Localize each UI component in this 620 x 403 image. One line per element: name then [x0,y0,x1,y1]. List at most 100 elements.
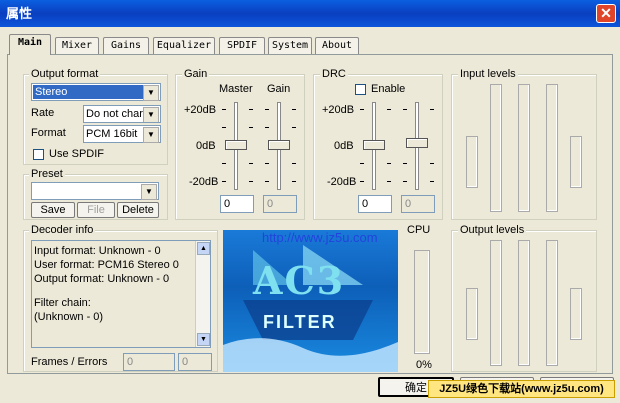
tick-mark [430,163,434,164]
drc-plus20-label: +20dB [322,104,355,116]
drc-title: DRC [320,68,348,80]
tick-mark [265,109,269,110]
sample-format-select[interactable]: PCM 16bit ▼ [83,125,161,143]
tick-mark [249,109,253,110]
tab-mixer[interactable]: Mixer [55,37,99,54]
gain-title: Gain [182,68,210,80]
input-level-meter [518,84,530,212]
output-format-value: Stereo [33,85,143,99]
sample-format-value: PCM 16bit [86,128,138,140]
tab-main[interactable]: Main [9,34,51,55]
logo-url-text: http://www.jz5u.com [262,230,378,245]
input-levels-title: Input levels [458,68,518,80]
input-level-meter [546,84,558,212]
gain-slider-thumb[interactable] [268,140,290,150]
tab-spdif[interactable]: SPDIF [219,37,265,54]
preset-file-button[interactable]: File [77,202,115,218]
drc-slider2-thumb[interactable] [406,138,428,148]
frames-value: 0 [123,353,175,371]
rate-label: Rate [31,107,55,119]
preset-save-button[interactable]: Save [31,202,75,218]
gain-minus20-label: -20dB [189,176,219,188]
chevron-down-icon: ▼ [143,127,159,143]
output-level-meter [466,288,478,340]
master-slider-thumb[interactable] [225,140,247,150]
close-button[interactable]: ✕ [596,4,616,23]
drc-zero-label: 0dB [334,140,354,152]
tick-mark [222,127,226,128]
ac3-filter-logo: AC3 FILTER [223,230,398,372]
master-gain-input[interactable]: 0 [220,195,254,213]
decoder-info-title: Decoder info [29,224,96,236]
preset-delete-button[interactable]: Delete [117,202,159,218]
frames-errors-label: Frames / Errors [31,356,108,368]
output-format-select[interactable]: Stereo ▼ [31,83,161,101]
tick-mark [265,127,269,128]
input-level-meter [466,136,478,188]
tick-mark [387,109,391,110]
window-title: 属性 [6,6,33,21]
cpu-meter [414,250,430,354]
drc-value1-input[interactable]: 0 [358,195,392,213]
tab-equalizer[interactable]: Equalizer [153,37,215,54]
tick-mark [403,163,407,164]
decoder-info-text[interactable]: Input format: Unknown - 0 User format: P… [31,240,211,348]
tick-mark [403,181,407,182]
tick-mark [430,109,434,110]
output-levels-title: Output levels [458,224,527,236]
tick-mark [292,163,296,164]
output-level-meter [490,240,502,366]
decoder-line: Output format: Unknown - 0 [34,273,170,285]
decoder-line: Input format: Unknown - 0 [34,245,161,257]
preset-select[interactable]: ▼ [31,182,159,200]
scroll-down-icon[interactable]: ▼ [197,333,210,346]
input-level-meter [490,84,502,212]
tick-mark [360,163,364,164]
tick-mark [403,109,407,110]
tab-gains[interactable]: Gains [103,37,149,54]
gain-value-input[interactable]: 0 [263,195,297,213]
tick-mark [222,163,226,164]
tab-system[interactable]: System [268,37,312,54]
use-spdif-label: Use SPDIF [49,148,105,160]
chevron-down-icon: ▼ [143,85,159,101]
tick-mark [387,163,391,164]
cpu-value: 0% [416,359,432,371]
tick-mark [292,181,296,182]
preset-title: Preset [29,168,65,180]
drc-minus20-label: -20dB [327,176,357,188]
chevron-down-icon: ▼ [143,107,159,122]
gain-zero-label: 0dB [196,140,216,152]
logo-subtext: FILTER [263,312,337,332]
rate-select[interactable]: Do not char ▼ [83,105,161,123]
tick-mark [360,109,364,110]
drc-enable-checkbox[interactable] [355,84,366,95]
tab-about[interactable]: About [315,37,359,54]
drc-enable-label: Enable [371,83,406,95]
decoder-scrollbar[interactable]: ▲ ▼ [195,241,210,347]
decoder-line: (Unknown - 0) [34,311,104,323]
drc-slider1-thumb[interactable] [363,140,385,150]
logo-text: AC3 [253,258,346,303]
output-level-meter [518,240,530,366]
scroll-up-icon[interactable]: ▲ [197,242,210,255]
drc-value2-input[interactable]: 0 [401,195,435,213]
master-label: Master [219,83,253,95]
cpu-label: CPU [407,224,431,236]
output-level-meter [546,240,558,366]
watermark-banner: JZ5U绿色下载站(www.jz5u.com) [428,380,615,398]
tick-mark [387,181,391,182]
tick-mark [222,181,226,182]
gain-label: Gain [267,83,291,95]
use-spdif-checkbox[interactable] [33,149,44,160]
output-format-title: Output format [29,68,101,80]
decoder-line: Filter chain: [34,297,91,309]
decoder-line: User format: PCM16 Stereo 0 [34,259,179,271]
tick-mark [249,163,253,164]
input-level-meter [570,136,582,188]
tick-mark [249,127,253,128]
gain-plus20-label: +20dB [184,104,217,116]
format-label: Format [31,127,66,139]
tick-mark [265,163,269,164]
errors-value: 0 [178,353,212,371]
